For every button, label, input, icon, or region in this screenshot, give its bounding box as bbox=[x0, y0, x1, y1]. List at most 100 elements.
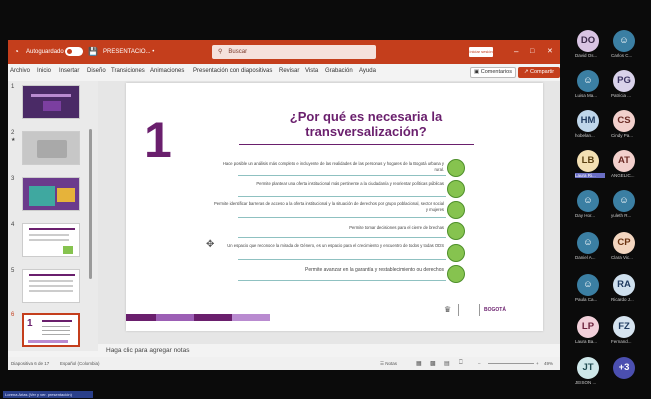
autosave-toggle[interactable] bbox=[65, 47, 83, 56]
thumb-title-bar bbox=[29, 274, 75, 276]
slide-thumbnail-6[interactable]: 1 bbox=[22, 313, 80, 347]
participant-name: Ricardo J... bbox=[611, 297, 634, 302]
menu-animaciones[interactable]: Animaciones bbox=[150, 68, 184, 74]
participant-name: David Os... bbox=[575, 53, 598, 58]
reading-view-icon[interactable]: ▤ bbox=[444, 360, 450, 367]
participant-name: ANGELIC... bbox=[611, 173, 635, 178]
participant-avatar[interactable]: ☺ bbox=[577, 70, 599, 92]
menu-grabacion[interactable]: Grabación bbox=[325, 68, 353, 74]
document-name[interactable]: PRESENTACIO... • bbox=[103, 40, 154, 64]
menu-vista[interactable]: Vista bbox=[305, 68, 318, 74]
participant-avatar[interactable]: JT bbox=[577, 357, 599, 379]
participant-avatar[interactable]: ☺ bbox=[613, 30, 635, 52]
participant-avatar[interactable]: HM bbox=[577, 110, 599, 132]
bullet-divider bbox=[238, 175, 446, 176]
participant-name: Luisa Ma... bbox=[575, 93, 598, 98]
zoom-out-button[interactable]: – bbox=[478, 361, 481, 366]
menu-presentacion[interactable]: Presentación con diapositivas bbox=[193, 68, 272, 74]
bullet-divider bbox=[238, 217, 446, 218]
save-icon[interactable]: ◔ bbox=[14, 40, 19, 64]
participant-avatar[interactable]: ☺ bbox=[577, 232, 599, 254]
powerpoint-window: ◔ Autoguardado 💾 PRESENTACIO... • ⚲ Busca… bbox=[8, 40, 560, 370]
participant-avatar[interactable]: AT bbox=[613, 150, 635, 172]
sign-in-button[interactable]: Iniciar sesión bbox=[469, 47, 493, 57]
participant-avatar[interactable]: CP bbox=[613, 232, 635, 254]
meeting-screen: ◔ Autoguardado 💾 PRESENTACIO... • ⚲ Busca… bbox=[0, 0, 651, 399]
section-number: 1 bbox=[144, 112, 172, 168]
decorative-band bbox=[126, 314, 156, 321]
search-box[interactable]: ⚲ Buscar bbox=[212, 45, 376, 59]
normal-view-icon[interactable]: ▦ bbox=[416, 360, 422, 367]
slideshow-icon[interactable]: ⎕ bbox=[459, 360, 463, 367]
slide-thumbnail-4[interactable] bbox=[22, 223, 80, 257]
green-circle-icon bbox=[447, 201, 465, 219]
thumb-line bbox=[29, 290, 73, 292]
title-bar: ◔ Autoguardado 💾 PRESENTACIO... • ⚲ Busca… bbox=[8, 40, 560, 64]
move-cursor-icon: ✥ bbox=[206, 239, 215, 250]
menu-transiciones[interactable]: Transiciones bbox=[111, 68, 145, 74]
thumb-title-bar bbox=[29, 228, 75, 230]
participant-avatar[interactable]: PG bbox=[613, 70, 635, 92]
thumb-shape bbox=[63, 246, 73, 254]
floppy-icon[interactable]: 💾 bbox=[88, 40, 98, 64]
thumb-shape bbox=[57, 188, 75, 202]
participant-avatar[interactable]: LB bbox=[577, 150, 599, 172]
participant-avatar[interactable]: DO bbox=[577, 30, 599, 52]
restore-button[interactable]: □ bbox=[530, 40, 534, 64]
bullet-divider bbox=[238, 280, 446, 281]
thumb-line bbox=[29, 239, 69, 241]
participant-avatar[interactable]: CS bbox=[613, 110, 635, 132]
participant-name: Patricia ... bbox=[611, 93, 632, 98]
menu-revisar[interactable]: Revisar bbox=[279, 68, 299, 74]
comments-button[interactable]: ▣ Comentarios bbox=[470, 67, 516, 78]
share-button[interactable]: ↗ Compartir bbox=[518, 67, 560, 78]
thumb-number: 6 bbox=[11, 312, 15, 318]
bullet-text: Permite avanzar en la garantía y restabl… bbox=[305, 267, 444, 273]
participant-avatar[interactable]: FZ bbox=[613, 316, 635, 338]
menu-insertar[interactable]: Insertar bbox=[59, 68, 79, 74]
participant-name: Day Hor... bbox=[575, 213, 596, 218]
notes-toggle[interactable]: ☰ Notas bbox=[380, 361, 397, 367]
menu-ayuda[interactable]: Ayuda bbox=[359, 68, 376, 74]
thumb-shape bbox=[29, 186, 55, 206]
menu-diseno[interactable]: Diseño bbox=[87, 68, 106, 74]
participant-avatar[interactable]: ☺ bbox=[613, 190, 635, 212]
sorter-view-icon[interactable]: ▩ bbox=[430, 360, 436, 367]
slide-thumbnail-5[interactable] bbox=[22, 269, 80, 303]
slide-canvas: 1 ¿Por qué es necesaria la transversaliz… bbox=[98, 81, 560, 344]
language-indicator[interactable]: Español (Colombia) bbox=[60, 361, 100, 366]
menu-inicio[interactable]: Inicio bbox=[37, 68, 51, 74]
current-slide[interactable]: 1 ¿Por qué es necesaria la transversaliz… bbox=[126, 83, 543, 331]
participant-avatar[interactable]: RA bbox=[613, 274, 635, 296]
zoom-in-button[interactable]: + bbox=[536, 361, 539, 366]
bogota-logo: BOGOTÁ bbox=[484, 307, 506, 313]
search-icon: ⚲ bbox=[218, 49, 223, 55]
slide-thumbnail-2[interactable] bbox=[22, 131, 80, 165]
participant-name: Laura Ba... bbox=[575, 339, 598, 344]
minimize-button[interactable]: – bbox=[514, 40, 518, 64]
zoom-slider[interactable] bbox=[488, 363, 534, 364]
more-participants-button[interactable]: +3 bbox=[613, 357, 635, 379]
bullet-divider bbox=[238, 196, 446, 197]
participant-avatar[interactable]: LP bbox=[577, 316, 599, 338]
participant-avatar[interactable]: ☺ bbox=[577, 190, 599, 212]
participant-name: Clara Vic... bbox=[611, 255, 633, 260]
bullet-divider bbox=[238, 237, 446, 238]
participant-avatar[interactable]: ☺ bbox=[577, 274, 599, 296]
star-icon: ★ bbox=[11, 137, 16, 143]
participant-name: Laura Ri... bbox=[575, 173, 605, 178]
green-circle-icon bbox=[447, 180, 465, 198]
slide-thumbnail-3[interactable] bbox=[22, 177, 80, 211]
menu-archivo[interactable]: Archivo bbox=[10, 68, 30, 74]
bullet-text: Hace posible un análisis más completo e … bbox=[222, 161, 444, 172]
green-circle-icon bbox=[447, 222, 465, 240]
bullet-text: Permite tomar decisiones para el cierre … bbox=[349, 225, 444, 230]
thumb-number-large: 1 bbox=[27, 318, 33, 329]
thumbnails-scrollbar[interactable] bbox=[89, 129, 92, 279]
slide-counter: Diapositiva 6 de 17 bbox=[11, 361, 50, 366]
notes-pane[interactable]: Haga clic para agregar notas bbox=[98, 344, 560, 357]
slide-thumbnail-1[interactable] bbox=[22, 85, 80, 119]
coat-of-arms-icon: ♛ bbox=[444, 305, 452, 314]
close-button[interactable]: ✕ bbox=[547, 40, 553, 64]
zoom-level[interactable]: 49% bbox=[544, 361, 553, 366]
